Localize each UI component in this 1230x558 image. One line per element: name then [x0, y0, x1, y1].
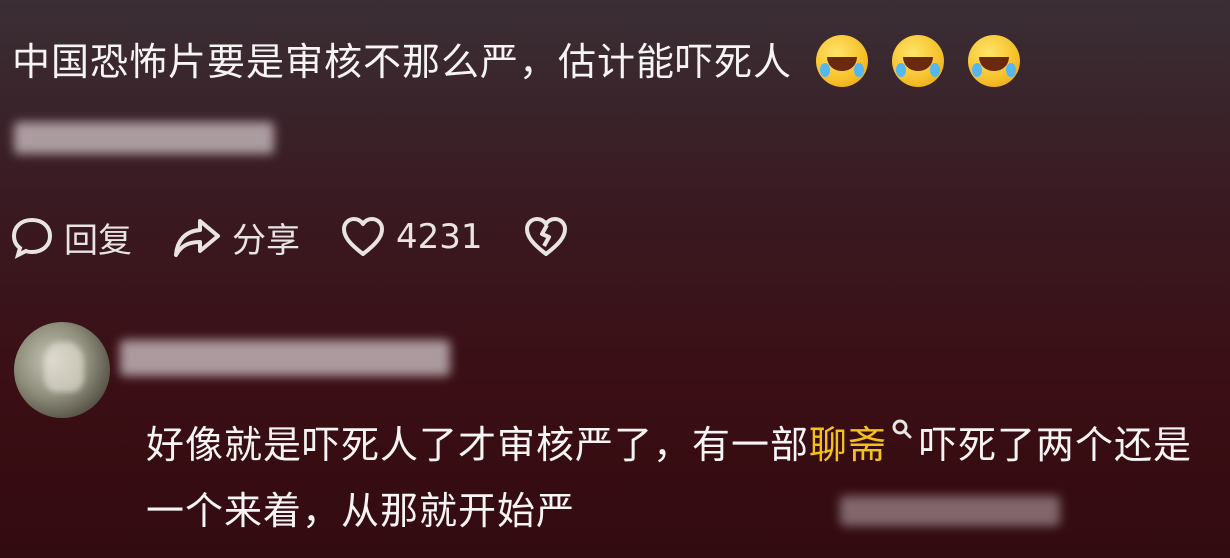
like-button[interactable]: 4231 [340, 215, 483, 259]
laugh-cry-emoji-icon [892, 34, 945, 87]
reply-label: 回复 [64, 220, 132, 261]
share-label: 分享 [232, 220, 300, 261]
search-icon[interactable] [891, 418, 913, 440]
share-button[interactable]: 分享 [172, 213, 300, 262]
dislike-button[interactable] [523, 215, 579, 259]
laugh-cry-emoji-icon [968, 34, 1021, 87]
reply-button[interactable]: 回复 [10, 213, 132, 262]
search-link-liaozhai[interactable]: 聊斋 [809, 423, 887, 467]
share-arrow-icon [174, 219, 220, 257]
comment-bubble-icon [11, 217, 53, 259]
comment-text: 中国恐怖片要是审核不那么严，估计能吓死人 [12, 40, 793, 84]
blurred-sticker [840, 496, 1060, 526]
comment-actions: 回复 分享 4231 [10, 212, 619, 262]
blurred-username [14, 122, 274, 154]
broken-heart-icon [524, 217, 567, 256]
avatar[interactable] [14, 322, 110, 418]
heart-icon [342, 217, 384, 256]
reply-text-before: 好像就是吓死人了才审核严了，有一部 [146, 423, 810, 467]
laugh-cry-emoji-icon [816, 34, 869, 87]
like-count: 4231 [396, 217, 483, 257]
blurred-username [120, 340, 450, 376]
comment-text-line: 中国恐怖片要是审核不那么严，估计能吓死人 [12, 34, 1021, 91]
